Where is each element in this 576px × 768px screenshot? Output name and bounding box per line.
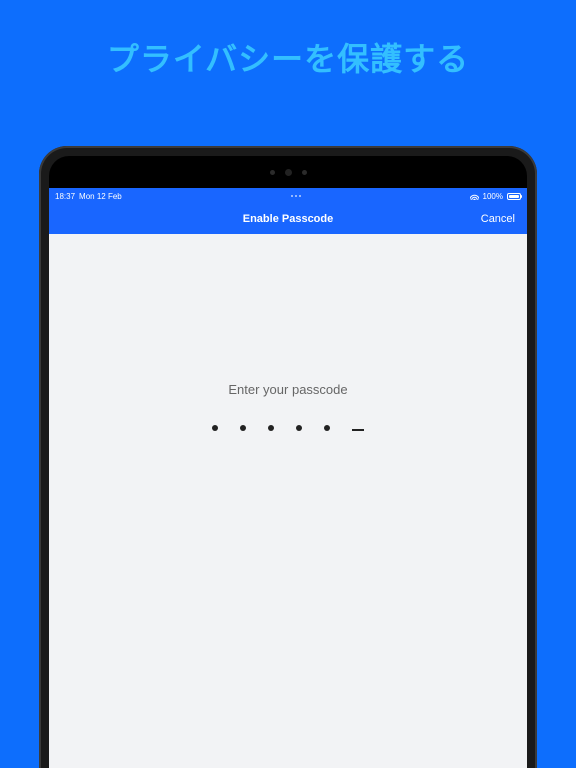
passcode-content: Enter your passcode bbox=[49, 234, 527, 768]
passcode-dot-filled bbox=[212, 425, 218, 431]
passcode-prompt: Enter your passcode bbox=[228, 382, 347, 397]
status-right: 100% bbox=[470, 192, 521, 201]
ipad-screen: 18:37 Mon 12 Feb 100% Enable Passcode Ca… bbox=[49, 188, 527, 768]
promo-title: プライバシーを保護する bbox=[0, 34, 576, 80]
passcode-dot-empty bbox=[352, 429, 364, 431]
passcode-dots[interactable] bbox=[212, 423, 364, 433]
cancel-button[interactable]: Cancel bbox=[481, 213, 515, 225]
battery-icon bbox=[507, 193, 521, 200]
ipad-frame: 18:37 Mon 12 Feb 100% Enable Passcode Ca… bbox=[39, 146, 537, 768]
passcode-dot-filled bbox=[324, 425, 330, 431]
passcode-dot-filled bbox=[268, 425, 274, 431]
sensor-dot bbox=[302, 170, 307, 175]
status-left: 18:37 Mon 12 Feb bbox=[55, 192, 122, 201]
status-center-dots bbox=[291, 195, 301, 197]
status-time: 18:37 bbox=[55, 192, 75, 201]
passcode-dot-filled bbox=[240, 425, 246, 431]
nav-bar: Enable Passcode Cancel bbox=[49, 204, 527, 234]
front-camera bbox=[285, 169, 292, 176]
wifi-icon bbox=[470, 193, 479, 200]
status-bar: 18:37 Mon 12 Feb 100% bbox=[49, 188, 527, 204]
battery-percent: 100% bbox=[483, 192, 503, 201]
ipad-bezel: 18:37 Mon 12 Feb 100% Enable Passcode Ca… bbox=[49, 156, 527, 768]
status-date: Mon 12 Feb bbox=[79, 192, 122, 201]
sensor-dot bbox=[270, 170, 275, 175]
nav-title: Enable Passcode bbox=[243, 213, 334, 225]
passcode-dot-filled bbox=[296, 425, 302, 431]
